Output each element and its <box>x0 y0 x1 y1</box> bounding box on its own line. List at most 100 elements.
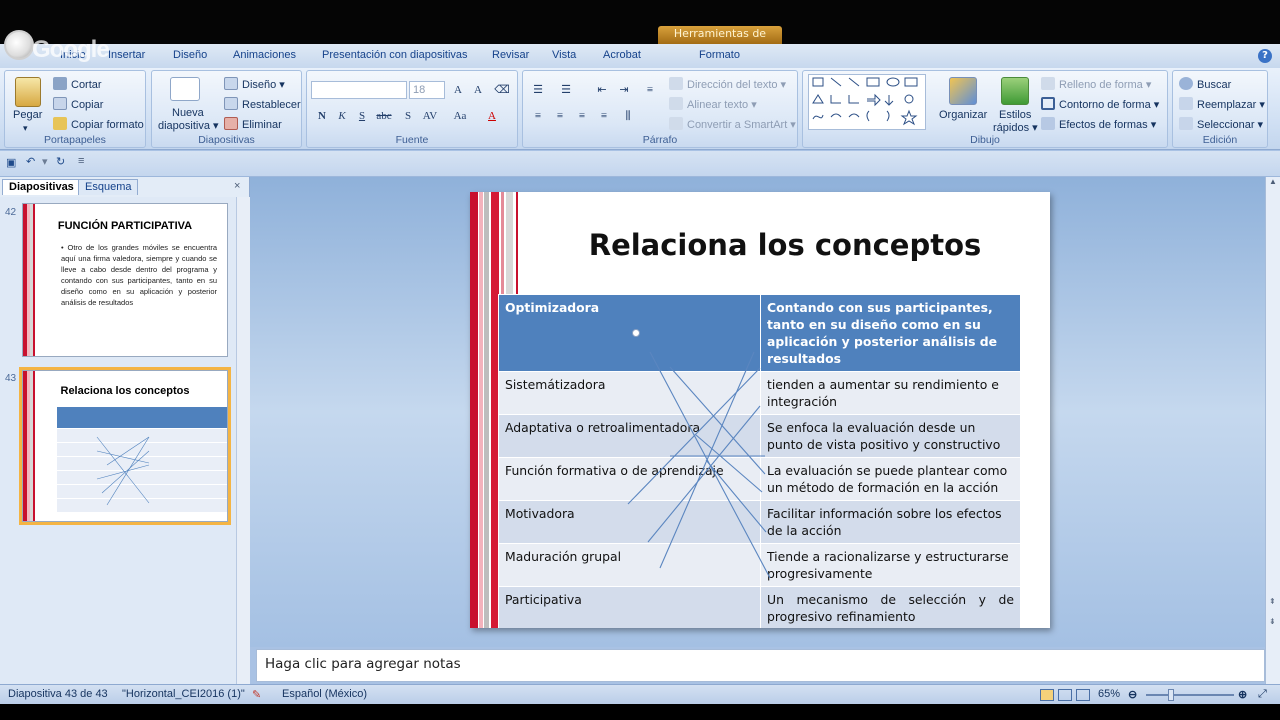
sorter-view-icon[interactable] <box>1058 689 1072 701</box>
new-slide-button[interactable]: Nueva <box>172 107 204 119</box>
align-left-icon[interactable]: ≡ <box>529 107 547 125</box>
shapes-gallery[interactable] <box>808 74 926 130</box>
spacing-icon[interactable]: AV <box>421 107 439 125</box>
quick-styles-button[interactable]: Estilos <box>999 109 1031 121</box>
table-cell-left[interactable]: Participativa <box>498 586 761 628</box>
spellcheck-icon[interactable]: ✎ <box>252 688 261 701</box>
new-slide-button-line2[interactable]: diapositiva ▾ <box>158 119 219 132</box>
select-button[interactable]: Seleccionar ▾ <box>1179 117 1263 131</box>
table-cell-right[interactable]: Se enfoca la evaluación desde un punto d… <box>760 414 1021 458</box>
slideshow-view-icon[interactable] <box>1076 689 1090 701</box>
table-cell-left[interactable]: Motivadora <box>498 500 761 544</box>
table-cell-left[interactable]: Sistemátizadora <box>498 371 761 415</box>
table-cell-right[interactable]: Contando con sus participantes, tanto en… <box>760 294 1021 372</box>
increase-indent-icon[interactable]: ⇥ <box>615 81 633 99</box>
zoom-out-icon[interactable]: ⊖ <box>1128 688 1137 701</box>
grow-font-icon[interactable]: A <box>449 81 467 99</box>
table-cell-right[interactable]: Un mecanismo de selección y de progresiv… <box>760 586 1021 628</box>
clear-format-icon[interactable]: ⌫ <box>493 81 511 99</box>
zoom-in-icon[interactable]: ⊕ <box>1238 688 1247 701</box>
redo-icon[interactable]: ↻ <box>56 155 65 168</box>
italic-icon[interactable]: K <box>333 107 351 125</box>
office-button[interactable] <box>4 30 34 60</box>
layout-button[interactable]: Diseño ▾ <box>224 77 285 91</box>
scroll-up-icon[interactable]: ▲ <box>1269 177 1277 186</box>
line-spacing-icon[interactable]: ≡ <box>641 81 659 99</box>
language-indicator[interactable]: Español (México) <box>282 688 367 700</box>
paste-dropdown-icon[interactable]: ▾ <box>23 123 28 134</box>
slide-thumbnail-42[interactable]: FUNCIÓN PARTICIPATIVA • Otro de los gran… <box>22 203 228 357</box>
notes-placeholder[interactable]: Haga clic para agregar notas <box>265 656 461 672</box>
zoom-slider-thumb[interactable] <box>1168 689 1174 701</box>
customize-qat-icon[interactable]: ≡ <box>78 155 84 167</box>
cut-button[interactable]: Cortar <box>53 77 102 91</box>
font-color-icon[interactable]: A <box>483 107 501 125</box>
delete-slide-button[interactable]: Eliminar <box>224 117 282 131</box>
undo-icon[interactable]: ↶ <box>26 155 35 168</box>
shape-effects-button[interactable]: Efectos de formas ▾ <box>1041 117 1156 131</box>
change-case-icon[interactable]: Aa <box>451 107 469 125</box>
reset-button[interactable]: Restablecer <box>224 97 301 111</box>
align-text-button[interactable]: Alinear texto ▾ <box>669 97 757 111</box>
table-cell-left[interactable]: Función formativa o de aprendizaje <box>498 457 761 501</box>
copy-button[interactable]: Copiar <box>53 97 103 111</box>
tab-vista[interactable]: Vista <box>552 49 576 61</box>
replace-button[interactable]: Reemplazar ▾ <box>1179 97 1265 111</box>
font-size-combobox[interactable]: 18 <box>409 81 445 99</box>
table-cell-right[interactable]: tienden a aumentar su rendimiento e inte… <box>760 371 1021 415</box>
tab-acrobat[interactable]: Acrobat <box>603 49 641 61</box>
quick-styles-button-line2[interactable]: rápidos ▾ <box>993 121 1038 134</box>
underline-icon[interactable]: S <box>353 107 371 125</box>
paste-button[interactable]: Pegar <box>13 109 42 121</box>
format-painter-button[interactable]: Copiar formato <box>53 117 144 131</box>
bold-icon[interactable]: N <box>313 107 331 125</box>
table-cell-right[interactable]: Tiende a racionalizarse y estructurarse … <box>760 543 1021 587</box>
table-cell-left[interactable]: Adaptativa o retroalimentadora <box>498 414 761 458</box>
shape-fill-button[interactable]: Relleno de forma ▾ <box>1041 77 1151 91</box>
close-panel-icon[interactable]: × <box>234 180 240 192</box>
next-slide-icon[interactable]: ⇟ <box>1269 617 1276 626</box>
table-cell-left[interactable]: Maduración grupal <box>498 543 761 587</box>
table-cell-right[interactable]: Facilitar información sobre los efectos … <box>760 500 1021 544</box>
tab-esquema[interactable]: Esquema <box>78 179 139 195</box>
justify-icon[interactable]: ≡ <box>595 107 613 125</box>
tab-animaciones[interactable]: Animaciones <box>233 49 296 61</box>
main-vertical-scrollbar[interactable]: ▲ ⇞ ⇟ <box>1265 177 1280 684</box>
zoom-level[interactable]: 65% <box>1098 688 1120 700</box>
font-name-combobox[interactable] <box>311 81 407 99</box>
align-center-icon[interactable]: ≡ <box>551 107 569 125</box>
tab-presentacion[interactable]: Presentación con diapositivas <box>322 49 468 61</box>
table-cell-left[interactable]: Optimizadora <box>498 294 761 372</box>
save-icon[interactable]: ▣ <box>6 156 16 169</box>
shape-outline-button[interactable]: Contorno de forma ▾ <box>1041 97 1159 111</box>
slides-panel-scrollbar[interactable] <box>236 197 250 684</box>
undo-dropdown-icon[interactable]: ▾ <box>42 155 48 168</box>
shadow-icon[interactable]: S <box>399 107 417 125</box>
prev-slide-icon[interactable]: ⇞ <box>1269 597 1276 606</box>
text-direction-button[interactable]: Dirección del texto ▾ <box>669 77 786 91</box>
columns-icon[interactable]: ⫼ <box>619 107 637 125</box>
numbering-icon[interactable]: ☰ <box>557 81 575 99</box>
tab-diseno[interactable]: Diseño <box>173 49 207 61</box>
concepts-table[interactable]: Optimizadora Contando con sus participan… <box>498 294 1021 628</box>
find-button[interactable]: Buscar <box>1179 77 1231 91</box>
slide-thumbnail-43[interactable]: Relaciona los conceptos <box>19 367 231 525</box>
fit-window-icon[interactable]: ⤢ <box>1258 688 1267 701</box>
smartart-button[interactable]: Convertir a SmartArt ▾ <box>669 117 796 131</box>
tab-diapositivas[interactable]: Diapositivas <box>2 179 81 195</box>
arrange-button[interactable]: Organizar <box>939 109 987 121</box>
tab-insertar[interactable]: Insertar <box>108 49 145 61</box>
current-slide[interactable]: Relaciona los conceptos Optimizadora Con… <box>470 192 1050 628</box>
normal-view-icon[interactable] <box>1040 689 1054 701</box>
tab-formato[interactable]: Formato <box>699 49 740 61</box>
strikethrough-icon[interactable]: abc <box>375 107 393 125</box>
notes-pane[interactable]: Haga clic para agregar notas <box>256 649 1265 682</box>
table-cell-right[interactable]: La evaluación se puede plantear como un … <box>760 457 1021 501</box>
decrease-indent-icon[interactable]: ⇤ <box>593 81 611 99</box>
help-icon[interactable]: ? <box>1258 49 1272 63</box>
zoom-slider[interactable] <box>1146 694 1234 696</box>
shrink-font-icon[interactable]: A <box>469 81 487 99</box>
slide-title[interactable]: Relaciona los conceptos <box>580 228 990 262</box>
bullets-icon[interactable]: ☰ <box>529 81 547 99</box>
align-right-icon[interactable]: ≡ <box>573 107 591 125</box>
